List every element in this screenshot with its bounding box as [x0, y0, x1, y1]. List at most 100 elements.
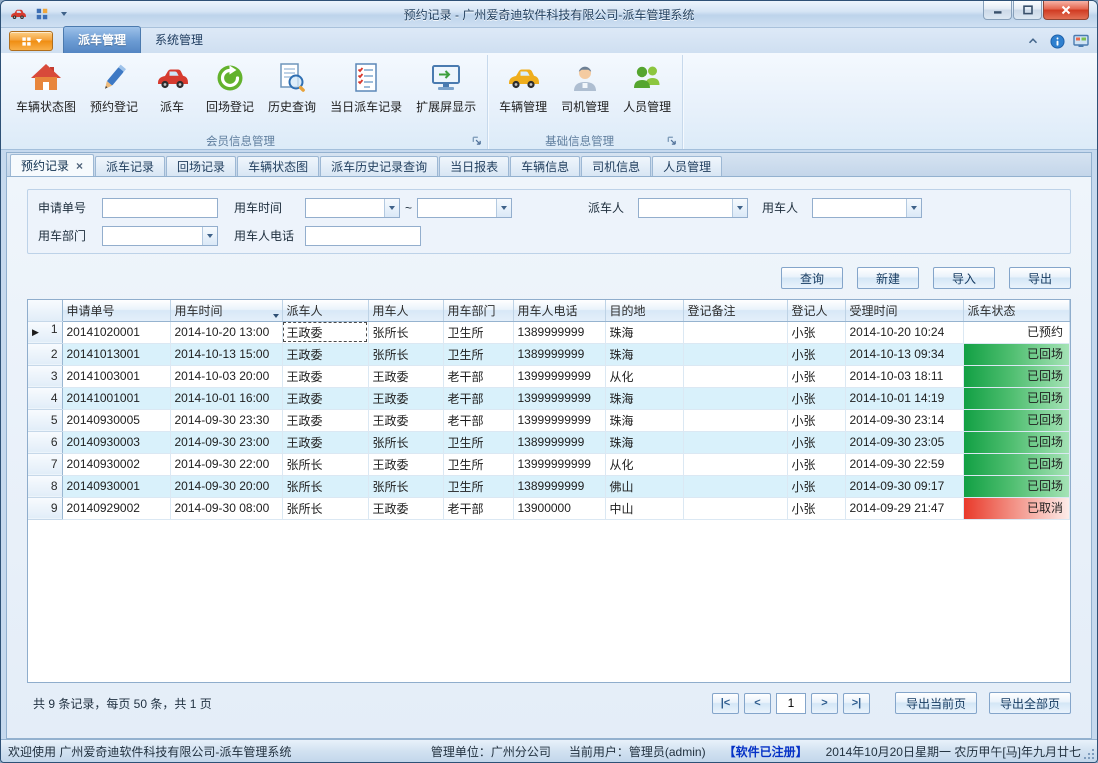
first-page-button[interactable]: |< — [712, 693, 739, 714]
cell-dispatcher[interactable]: 王政委 — [282, 343, 368, 365]
new-button[interactable]: 新建 — [857, 267, 919, 289]
app-menu-button[interactable] — [9, 31, 53, 51]
resize-grip[interactable] — [1084, 749, 1095, 760]
export-current-page-button[interactable]: 导出当前页 — [895, 692, 977, 714]
cell-registrar[interactable]: 小张 — [787, 475, 845, 497]
cell-user[interactable]: 张所长 — [368, 475, 443, 497]
cell-registrar[interactable]: 小张 — [787, 365, 845, 387]
dropdown-arrow-icon[interactable] — [384, 199, 399, 217]
cell-phone[interactable]: 1389999999 — [513, 475, 605, 497]
cell-remark[interactable] — [683, 431, 787, 453]
export-all-pages-button[interactable]: 导出全部页 — [989, 692, 1071, 714]
cell-dispatcher[interactable]: 王政委 — [282, 431, 368, 453]
cell-phone[interactable]: 1389999999 — [513, 431, 605, 453]
ribbon-button[interactable]: 预约登记 — [83, 58, 145, 117]
cell-user[interactable]: 王政委 — [368, 453, 443, 475]
dropdown-arrow-icon[interactable] — [906, 199, 921, 217]
doc-tab[interactable]: 车辆信息 × — [510, 156, 580, 176]
cell-order-no[interactable]: 20141020001 — [62, 321, 170, 343]
maximize-button[interactable] — [1013, 1, 1042, 20]
minimize-button[interactable] — [983, 1, 1012, 20]
cell-registrar[interactable]: 小张 — [787, 453, 845, 475]
cell-remark[interactable] — [683, 409, 787, 431]
qat-customize-button[interactable] — [55, 5, 73, 23]
cell-remark[interactable] — [683, 497, 787, 519]
ribbon-button[interactable]: 派车 — [145, 58, 199, 117]
column-header-user[interactable]: 用车人 — [368, 300, 443, 321]
cell-status[interactable]: 已回场 — [963, 365, 1070, 387]
cell-status[interactable]: 已回场 — [963, 409, 1070, 431]
dropdown-arrow-icon[interactable] — [496, 199, 511, 217]
close-button[interactable] — [1043, 1, 1089, 20]
table-row[interactable]: ▶ 1 20141020001 2014-10-20 13:00 王政委 张所长… — [28, 321, 1070, 343]
cell-phone[interactable]: 13999999999 — [513, 365, 605, 387]
ribbon-tab-system[interactable]: 系统管理 — [141, 27, 217, 53]
cell-remark[interactable] — [683, 475, 787, 497]
dropdown-arrow-icon[interactable] — [202, 227, 217, 245]
cell-accept-time[interactable]: 2014-10-01 14:19 — [845, 387, 963, 409]
column-header-remark[interactable]: 登记备注 — [683, 300, 787, 321]
table-row[interactable]: 9 20140929002 2014-09-30 08:00 张所长 王政委 老… — [28, 497, 1070, 519]
cell-use-time[interactable]: 2014-10-13 15:00 — [170, 343, 282, 365]
close-tab-icon[interactable]: × — [76, 160, 83, 172]
cell-dept[interactable]: 老干部 — [443, 365, 513, 387]
cell-destination[interactable]: 从化 — [605, 453, 683, 475]
cell-destination[interactable]: 珠海 — [605, 431, 683, 453]
cell-registrar[interactable]: 小张 — [787, 343, 845, 365]
cell-destination[interactable]: 珠海 — [605, 409, 683, 431]
ribbon-button[interactable]: 当日派车记录 — [323, 58, 409, 117]
cell-status[interactable]: 已回场 — [963, 387, 1070, 409]
cell-dispatcher[interactable]: 王政委 — [282, 387, 368, 409]
cell-remark[interactable] — [683, 321, 787, 343]
cell-user[interactable]: 王政委 — [368, 387, 443, 409]
column-header-accept-time[interactable]: 受理时间 — [845, 300, 963, 321]
cell-dispatcher[interactable]: 王政委 — [282, 409, 368, 431]
table-row[interactable]: 6 20140930003 2014-09-30 23:00 王政委 张所长 卫… — [28, 431, 1070, 453]
column-filter-icon[interactable] — [273, 307, 279, 321]
cell-user[interactable]: 王政委 — [368, 497, 443, 519]
ribbon-button[interactable]: 司机管理 — [554, 58, 616, 117]
ribbon-button[interactable]: 车辆管理 — [492, 58, 554, 117]
cell-status[interactable]: 已回场 — [963, 431, 1070, 453]
cell-dispatcher[interactable]: 王政委 — [282, 321, 368, 343]
cell-user[interactable]: 张所长 — [368, 431, 443, 453]
doc-tab[interactable]: 人员管理 × — [652, 156, 722, 176]
cell-use-time[interactable]: 2014-09-30 08:00 — [170, 497, 282, 519]
cell-status[interactable]: 已预约 — [963, 321, 1070, 343]
cell-remark[interactable] — [683, 453, 787, 475]
cell-dispatcher[interactable]: 张所长 — [282, 475, 368, 497]
cell-phone[interactable]: 13999999999 — [513, 387, 605, 409]
cell-dept[interactable]: 老干部 — [443, 387, 513, 409]
doc-tab[interactable]: 司机信息 × — [581, 156, 651, 176]
cell-accept-time[interactable]: 2014-10-13 09:34 — [845, 343, 963, 365]
import-button[interactable]: 导入 — [933, 267, 995, 289]
cell-accept-time[interactable]: 2014-09-30 09:17 — [845, 475, 963, 497]
doc-tab[interactable]: 当日报表 × — [439, 156, 509, 176]
cell-remark[interactable] — [683, 365, 787, 387]
cell-registrar[interactable]: 小张 — [787, 497, 845, 519]
cell-dispatcher[interactable]: 张所长 — [282, 453, 368, 475]
cell-user[interactable]: 张所长 — [368, 343, 443, 365]
table-row[interactable]: 8 20140930001 2014-09-30 20:00 张所长 张所长 卫… — [28, 475, 1070, 497]
cell-destination[interactable]: 佛山 — [605, 475, 683, 497]
order-no-input[interactable] — [102, 198, 218, 218]
layout-button[interactable] — [33, 5, 51, 23]
cell-order-no[interactable]: 20141013001 — [62, 343, 170, 365]
cell-destination[interactable]: 珠海 — [605, 343, 683, 365]
doc-tab[interactable]: 回场记录 × — [166, 156, 236, 176]
cell-phone[interactable]: 1389999999 — [513, 321, 605, 343]
prev-page-button[interactable]: < — [744, 693, 771, 714]
column-header-status[interactable]: 派车状态 — [963, 300, 1070, 321]
cell-dept[interactable]: 老干部 — [443, 409, 513, 431]
cell-registrar[interactable]: 小张 — [787, 431, 845, 453]
cell-dispatcher[interactable]: 王政委 — [282, 365, 368, 387]
cell-order-no[interactable]: 20140930003 — [62, 431, 170, 453]
cell-remark[interactable] — [683, 387, 787, 409]
table-row[interactable]: 4 20141001001 2014-10-01 16:00 王政委 王政委 老… — [28, 387, 1070, 409]
cell-order-no[interactable]: 20140930001 — [62, 475, 170, 497]
next-page-button[interactable]: > — [811, 693, 838, 714]
license-link[interactable]: 【软件已注册】 — [724, 743, 808, 760]
column-header-dispatcher[interactable]: 派车人 — [282, 300, 368, 321]
cell-dept[interactable]: 卫生所 — [443, 475, 513, 497]
cell-accept-time[interactable]: 2014-09-30 23:14 — [845, 409, 963, 431]
